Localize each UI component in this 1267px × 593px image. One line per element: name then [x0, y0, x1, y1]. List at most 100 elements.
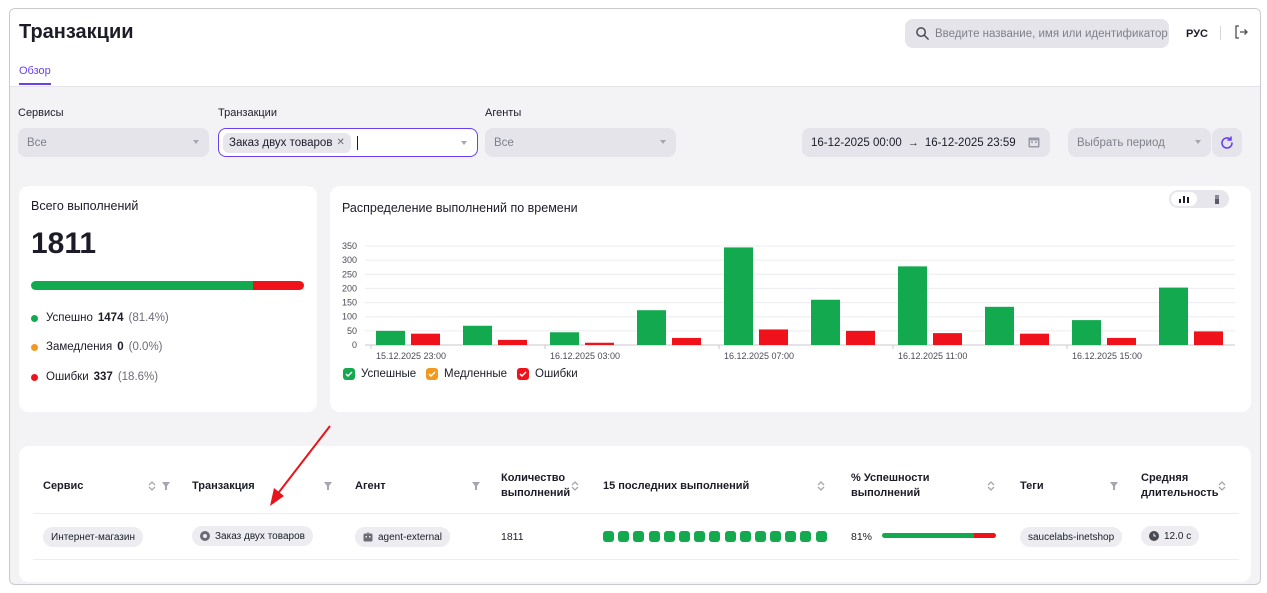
search-input[interactable]: Введите название, имя или идентификатор: [905, 19, 1169, 48]
checkbox-icon: [517, 368, 529, 380]
transaction-pill-label: Заказ двух товаров: [215, 530, 305, 542]
y-tick-label: 100: [342, 312, 357, 322]
bar-success: [1159, 287, 1188, 345]
run-status-square[interactable]: [663, 531, 675, 542]
col-service[interactable]: Сервис: [43, 479, 83, 494]
checkbox-icon: [426, 368, 438, 380]
services-label: Сервисы: [18, 107, 64, 119]
period-select[interactable]: Выбрать период: [1068, 128, 1211, 157]
chevron-down-icon: [1195, 140, 1201, 144]
success-rate-bar-error: [974, 533, 996, 538]
col-duration[interactable]: Средняя длительность: [1141, 471, 1218, 501]
run-status-square[interactable]: [678, 531, 690, 542]
col-tags[interactable]: Теги: [1020, 479, 1044, 494]
chart-legend-successful[interactable]: Успешные: [343, 368, 416, 380]
run-status-square[interactable]: [648, 531, 660, 542]
sort-icon[interactable]: [1218, 481, 1226, 491]
chevron-down-icon: [660, 140, 666, 144]
run-status-square[interactable]: [770, 531, 782, 542]
date-range-picker[interactable]: 16-12-2025 00:00 → 16-12-2025 23:59: [802, 128, 1050, 157]
services-select[interactable]: Все: [18, 128, 209, 157]
refresh-button[interactable]: [1212, 128, 1242, 157]
transaction-icon: [200, 531, 210, 541]
y-tick-label: 300: [342, 255, 357, 265]
filter-icon[interactable]: [1110, 481, 1118, 491]
run-status-square[interactable]: [709, 531, 721, 542]
legend-errors-pct: (18.6%): [117, 371, 159, 383]
bar-success: [550, 332, 579, 345]
col-last-runs[interactable]: 15 последних выполнений: [603, 479, 749, 494]
legend-errors-count: 337: [93, 371, 113, 383]
bar-error: [498, 339, 527, 345]
bar-success: [898, 266, 927, 345]
last-runs-indicator: [603, 531, 831, 542]
legend-slow-label: Замедления: [46, 341, 113, 353]
col-count[interactable]: Количество выполнений: [501, 471, 570, 501]
logout-icon[interactable]: [1233, 24, 1249, 40]
legend-success-label: Успешно: [46, 312, 93, 324]
legend-slow: Замедления 0 (0.0%): [31, 341, 163, 353]
filter-icon[interactable]: [162, 481, 170, 491]
sort-icon[interactable]: [987, 481, 995, 491]
agents-value: Все: [494, 136, 514, 149]
tab-overview[interactable]: Обзор: [19, 65, 51, 85]
run-status-square[interactable]: [800, 531, 812, 542]
header: Транзакции Обзор Введите название, имя и…: [10, 9, 1260, 87]
col-success-line2: выполнений: [851, 487, 921, 499]
run-status-square[interactable]: [739, 531, 751, 542]
run-status-square[interactable]: [754, 531, 766, 542]
x-tick-label: 16.12.2025 15:00: [1072, 351, 1142, 361]
duration-pill-label: 12.0 с: [1164, 530, 1192, 542]
error-dot: [31, 373, 38, 381]
sort-icon[interactable]: [148, 481, 156, 491]
chart-type-toggle[interactable]: [1169, 190, 1229, 208]
duration-pill: 12.0 с: [1141, 526, 1200, 546]
service-pill[interactable]: Интернет-магазин: [43, 527, 143, 547]
period-placeholder: Выбрать период: [1077, 136, 1165, 149]
col-agent[interactable]: Агент: [355, 479, 386, 494]
agent-pill[interactable]: agent-external: [355, 527, 450, 547]
run-status-square[interactable]: [603, 531, 614, 542]
col-duration-line2: длительность: [1141, 487, 1219, 499]
transactions-label: Транзакции: [218, 107, 277, 119]
sort-icon[interactable]: [571, 481, 579, 491]
chip-remove-icon[interactable]: ✕: [336, 137, 344, 148]
run-status-square[interactable]: [694, 531, 706, 542]
filter-icon[interactable]: [472, 481, 480, 491]
transactions-select[interactable]: Заказ двух товаров ✕: [218, 128, 478, 157]
bar-chart-option[interactable]: [1171, 192, 1197, 206]
stacked-chart-icon[interactable]: [1211, 194, 1223, 204]
x-tick-label: 16.12.2025 03:00: [550, 351, 620, 361]
chevron-down-icon: [461, 141, 467, 145]
x-tick-label: 15.12.2025 23:00: [376, 351, 446, 361]
agent-pill-label: agent-external: [378, 531, 442, 543]
transaction-pill[interactable]: Заказ двух товаров: [192, 526, 313, 546]
bar-error: [585, 342, 614, 345]
chart-legend-slow[interactable]: Медленные: [426, 368, 507, 380]
bar-success: [724, 247, 753, 345]
run-status-square[interactable]: [785, 531, 797, 542]
bar-success: [1072, 320, 1101, 345]
ratio-error-segment: [253, 281, 304, 290]
row-separator: [33, 559, 1239, 560]
col-transaction[interactable]: Транзакция: [192, 479, 255, 494]
chart-legend-errors[interactable]: Ошибки: [517, 368, 578, 380]
run-status-square[interactable]: [633, 531, 645, 542]
tag-pill[interactable]: saucelabs-inetshop: [1020, 527, 1123, 547]
transactions-table: [19, 446, 1251, 582]
sort-icon[interactable]: [817, 481, 825, 491]
summary-title: Всего выполнений: [31, 199, 139, 213]
refresh-icon: [1221, 135, 1233, 149]
language-switcher[interactable]: РУС: [1186, 28, 1208, 40]
run-status-square[interactable]: [724, 531, 736, 542]
transaction-chip-label: Заказ двух товаров: [229, 136, 333, 149]
col-duration-line1: Средняя: [1141, 472, 1189, 484]
x-tick-label: 16.12.2025 11:00: [898, 351, 967, 361]
x-tick-label: 16.12.2025 07:00: [724, 351, 794, 361]
agents-select[interactable]: Все: [485, 128, 676, 157]
run-status-square[interactable]: [618, 531, 630, 542]
run-status-square[interactable]: [815, 531, 827, 542]
col-success-rate[interactable]: % Успешности выполнений: [851, 471, 930, 501]
bar-error: [846, 330, 875, 345]
bar-error: [1107, 337, 1136, 345]
